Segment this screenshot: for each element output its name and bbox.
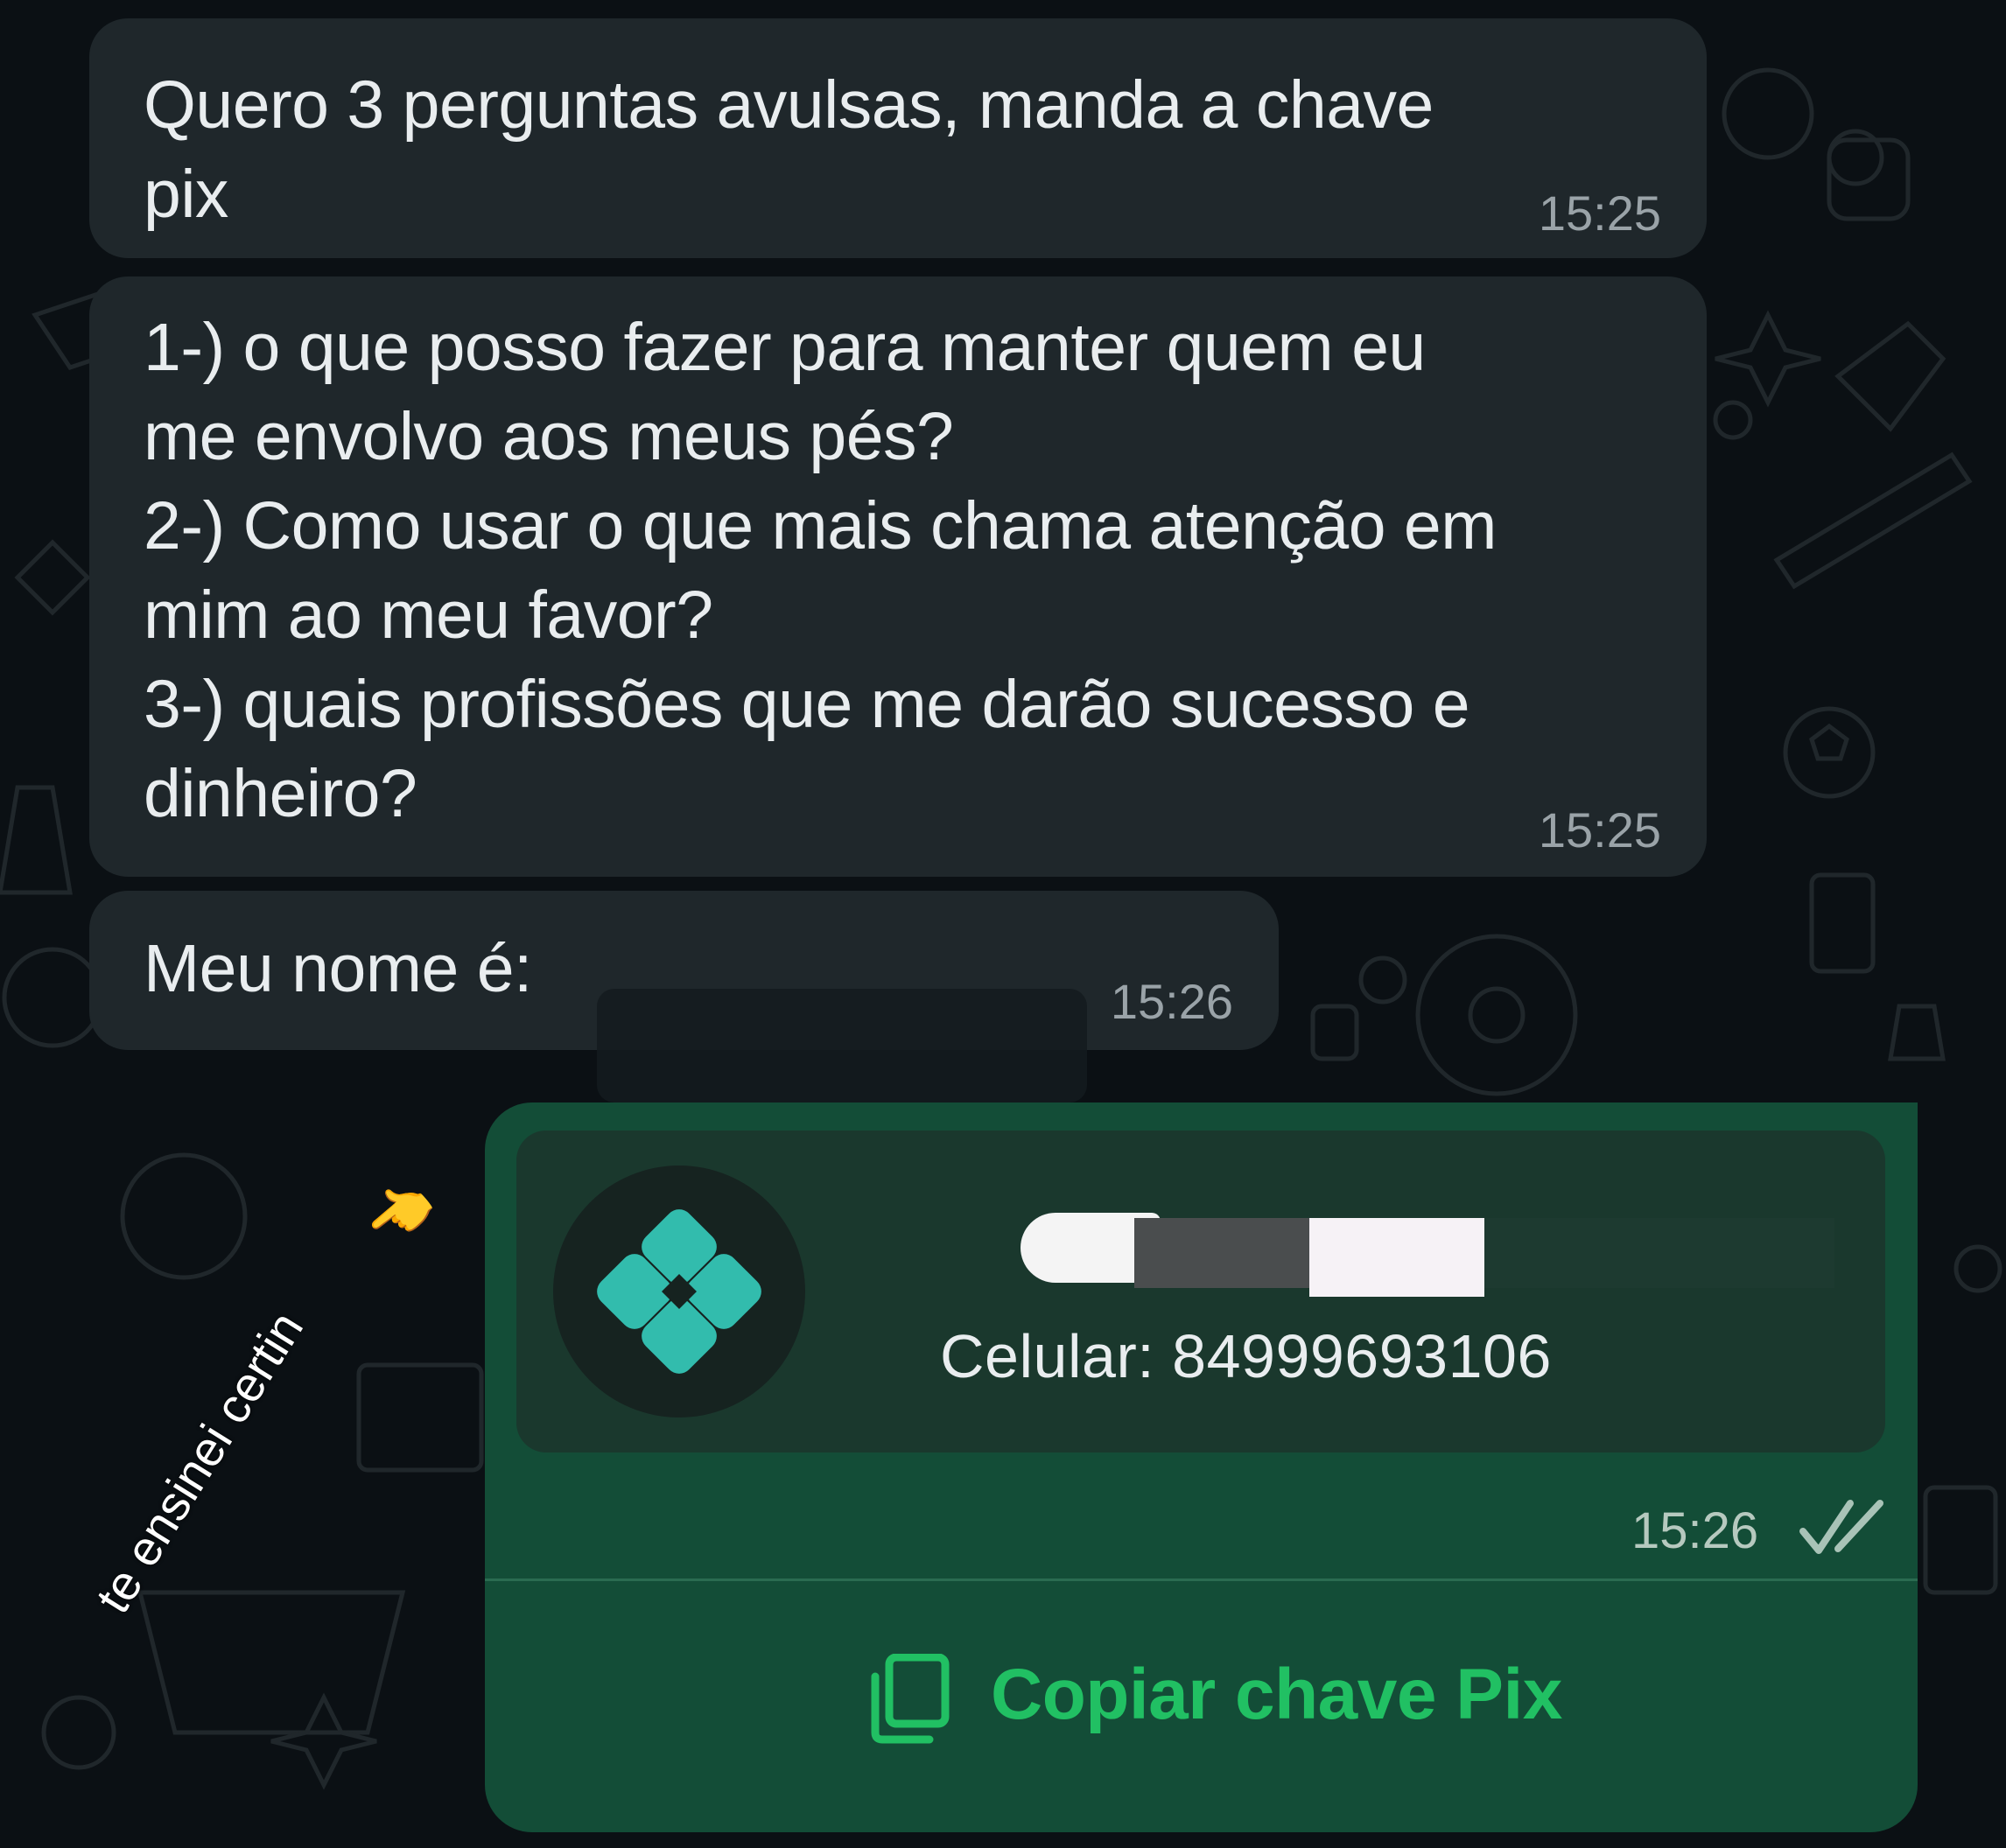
message-text: Meu nome é: [144,931,532,1006]
pix-avatar [553,1166,805,1418]
outgoing-pix-message[interactable]: Celular: 84999693106 15:26 Copiar chave … [485,1102,1918,1832]
pix-key-card[interactable]: Celular: 84999693106 [516,1130,1885,1452]
redacted-name [1021,1204,1878,1297]
copy-pix-key-label: Copiar chave Pix [991,1655,1562,1734]
message-timestamp: 15:26 [1631,1502,1759,1559]
message-timestamp: 15:26 [1110,974,1233,1029]
copy-pix-key-button[interactable]: Copiar chave Pix [485,1582,1918,1832]
double-check-icon [1799,1500,1883,1554]
pix-logo-icon [597,1209,761,1374]
incoming-message-1[interactable]: Quero 3 perguntas avulsas, manda a chave… [89,18,1707,258]
copy-icon [871,1654,950,1744]
pix-phone-key: Celular: 84999693106 [940,1322,1552,1390]
message-timestamp: 15:25 [1538,186,1661,241]
redaction-mark [597,989,1087,1102]
message-timestamp: 15:25 [1538,802,1661,858]
action-divider [485,1578,1918,1581]
incoming-message-2[interactable]: 1-) o que posso fazer para manter quem e… [89,276,1707,877]
message-text: Quero 3 perguntas avulsas, manda a chave… [144,67,1434,232]
message-text: 1-) o que posso fazer para manter quem e… [144,310,1497,831]
